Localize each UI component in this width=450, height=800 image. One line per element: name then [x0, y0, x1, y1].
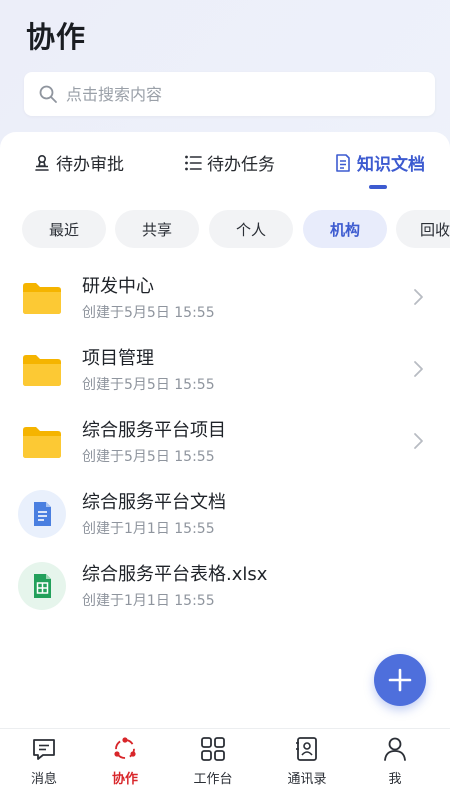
folder-icon — [18, 346, 66, 394]
chevron-right-icon — [412, 358, 426, 380]
tab-pending-tasks[interactable]: 待办任务 — [183, 150, 275, 175]
file-meta: 创建于5月5日 15:55 — [82, 305, 215, 321]
grid-icon — [199, 735, 227, 763]
doc-file-icon — [18, 490, 66, 538]
filter-chip-recycle[interactable]: 回收 — [396, 210, 450, 248]
tab-label: 待办审批 — [56, 155, 124, 175]
filter-chip-recent[interactable]: 最近 — [22, 210, 106, 248]
tab-active-indicator — [369, 185, 387, 189]
collaboration-icon — [111, 735, 139, 763]
message-icon — [30, 735, 58, 763]
list-item[interactable]: 综合服务平台文档 创建于1月1日 15:55 — [0, 480, 450, 552]
add-button[interactable] — [374, 654, 426, 706]
nav-item-collaboration[interactable]: 协作 — [90, 735, 160, 793]
document-icon — [333, 153, 353, 173]
sheet-file-icon — [18, 562, 66, 610]
nav-item-contacts[interactable]: 通讯录 — [272, 735, 342, 793]
tab-label: 知识文档 — [357, 155, 425, 175]
nav-label: 消息 — [30, 772, 57, 787]
file-meta: 创建于5月5日 15:55 — [82, 449, 215, 465]
list-item[interactable]: 研发中心 创建于5月5日 15:55 — [0, 264, 450, 336]
checklist-icon — [183, 153, 203, 173]
nav-item-workbench[interactable]: 工作台 — [178, 735, 248, 793]
file-name: 项目管理 — [82, 348, 154, 369]
list-item[interactable]: 综合服务平台表格.xlsx 创建于1月1日 15:55 — [0, 552, 450, 624]
tab-bar: 待办审批 待办任务 知识文档 — [0, 132, 450, 194]
file-meta: 创建于5月5日 15:55 — [82, 377, 215, 393]
nav-label: 通讯录 — [287, 772, 327, 787]
nav-label: 工作台 — [193, 772, 233, 787]
tab-knowledge-docs[interactable]: 知识文档 — [333, 150, 425, 175]
file-name: 研发中心 — [82, 276, 154, 297]
content-panel: 待办审批 待办任务 知识文档 最近 共享 个人 机构 回收 研发中心 创建于5月… — [0, 132, 450, 728]
list-item[interactable]: 综合服务平台项目 创建于5月5日 15:55 — [0, 408, 450, 480]
stamp-icon — [32, 153, 52, 173]
tab-pending-approval[interactable]: 待办审批 — [32, 150, 124, 175]
app-header: 协作 — [0, 0, 450, 140]
nav-label: 协作 — [111, 772, 138, 787]
tab-label: 待办任务 — [207, 155, 275, 175]
file-name: 综合服务平台项目 — [82, 420, 226, 441]
user-icon — [381, 735, 409, 763]
file-meta: 创建于1月1日 15:55 — [82, 521, 215, 537]
search-icon — [38, 84, 58, 104]
search-box[interactable] — [24, 72, 435, 116]
nav-label: 我 — [388, 772, 402, 787]
list-item[interactable]: 项目管理 创建于5月5日 15:55 — [0, 336, 450, 408]
folder-icon — [18, 418, 66, 466]
bottom-nav: 消息 协作 工作台 通讯录 我 — [0, 728, 450, 800]
folder-icon — [18, 274, 66, 322]
contacts-icon — [293, 735, 321, 763]
chevron-right-icon — [412, 286, 426, 308]
page-title: 协作 — [26, 20, 87, 54]
nav-item-messages[interactable]: 消息 — [9, 735, 79, 793]
filter-chip-shared[interactable]: 共享 — [115, 210, 199, 248]
file-name: 综合服务平台表格.xlsx — [82, 564, 268, 585]
file-name: 综合服务平台文档 — [82, 492, 226, 513]
search-input[interactable] — [66, 84, 406, 104]
filter-chip-organization[interactable]: 机构 — [303, 210, 387, 248]
nav-item-me[interactable]: 我 — [360, 735, 430, 793]
plus-icon — [388, 668, 412, 692]
chevron-right-icon — [412, 430, 426, 452]
filter-chip-row: 最近 共享 个人 机构 回收 — [22, 210, 450, 248]
file-meta: 创建于1月1日 15:55 — [82, 593, 215, 609]
filter-chip-personal[interactable]: 个人 — [209, 210, 293, 248]
